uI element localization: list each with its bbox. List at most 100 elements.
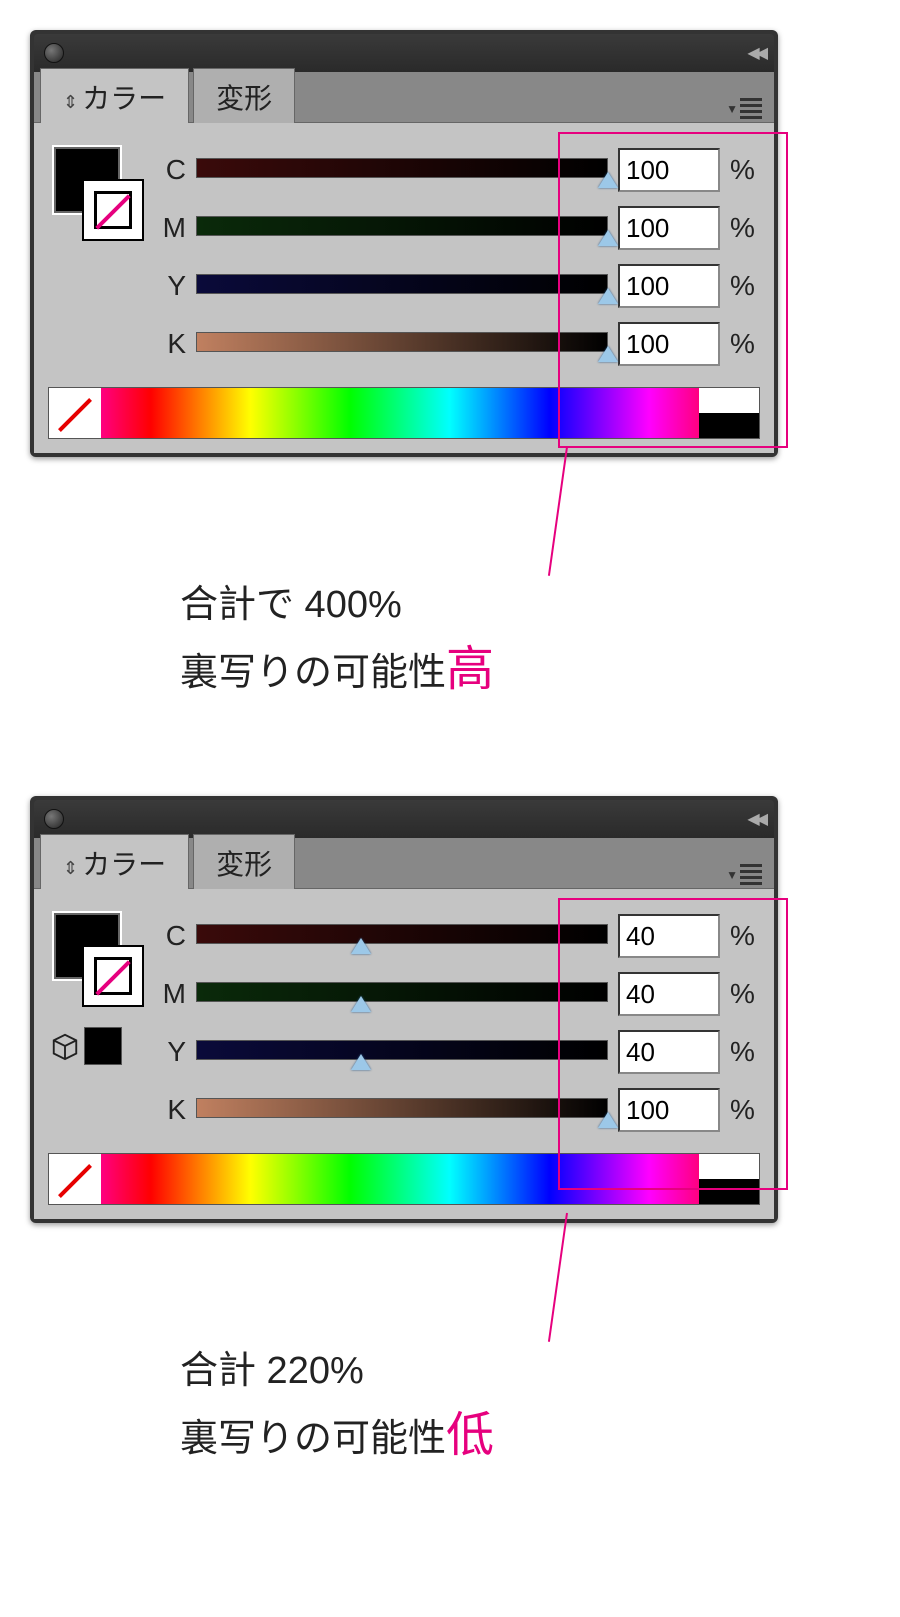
panel-body: C%M%Y%K%	[34, 889, 774, 1219]
channel-row-k: K%	[158, 315, 760, 373]
color-panel-2: ◀◀ ⇕カラー 変形 ▼ C%M%Y%K%	[30, 796, 778, 1223]
channel-slider[interactable]	[196, 1098, 608, 1122]
slider-handle-icon[interactable]	[598, 288, 618, 304]
caption-1: 合計で 400% 裏写りの可能性高	[180, 577, 870, 706]
slider-handle-icon[interactable]	[598, 346, 618, 362]
panel-titlebar[interactable]: ◀◀	[34, 800, 774, 838]
channel-label: M	[158, 978, 186, 1010]
cmyk-channels: C%M%Y%K%	[158, 907, 760, 1139]
tab-color[interactable]: ⇕カラー	[40, 834, 189, 889]
channel-label: Y	[158, 1036, 186, 1068]
white-black-swatch[interactable]	[699, 388, 759, 438]
percent-label: %	[730, 920, 760, 952]
tab-label: カラー	[82, 849, 166, 880]
cmyk-channels: C%M%Y%K%	[158, 141, 760, 373]
panel-body: C%M%Y%K%	[34, 123, 774, 453]
channel-row-m: M%	[158, 199, 760, 257]
slider-handle-icon[interactable]	[351, 996, 371, 1012]
channel-value-input[interactable]	[618, 148, 720, 192]
channel-row-y: Y%	[158, 1023, 760, 1081]
channel-slider[interactable]	[196, 924, 608, 948]
percent-label: %	[730, 978, 760, 1010]
tab-label: カラー	[82, 83, 166, 114]
white-black-swatch[interactable]	[699, 1154, 759, 1204]
spectrum-gradient[interactable]	[101, 388, 699, 438]
tab-label: 変形	[216, 83, 272, 114]
panel-flyout-menu[interactable]: ▼	[726, 861, 762, 888]
stroke-swatch[interactable]	[82, 945, 144, 1007]
caption-line2-prefix: 裏写りの可能性	[180, 1418, 446, 1460]
no-color-swatch[interactable]	[49, 1154, 101, 1204]
caption-accent: 高	[446, 643, 494, 696]
tab-color[interactable]: ⇕カラー	[40, 68, 189, 123]
slider-handle-icon[interactable]	[598, 1112, 618, 1128]
channel-slider[interactable]	[196, 1040, 608, 1064]
caption-line1: 合計 220%	[180, 1343, 870, 1400]
percent-label: %	[730, 212, 760, 244]
channel-value-input[interactable]	[618, 206, 720, 250]
tab-transform[interactable]: 変形	[193, 834, 295, 889]
channel-row-y: Y%	[158, 257, 760, 315]
channel-value-input[interactable]	[618, 1030, 720, 1074]
channel-value-input[interactable]	[618, 972, 720, 1016]
channel-slider[interactable]	[196, 274, 608, 298]
tab-transform[interactable]: 変形	[193, 68, 295, 123]
triangle-down-icon: ▼	[726, 102, 738, 116]
percent-label: %	[730, 154, 760, 186]
tab-bar: ⇕カラー 変形 ▼	[34, 72, 774, 123]
slider-handle-icon[interactable]	[598, 230, 618, 246]
color-panel-1: ◀◀ ⇕カラー 変形 ▼ C%M%Y%K%	[30, 30, 778, 457]
leader-line-wrap	[30, 457, 870, 577]
caption-2: 合計 220% 裏写りの可能性低	[180, 1343, 870, 1472]
percent-label: %	[730, 328, 760, 360]
close-dot-icon[interactable]	[44, 43, 64, 63]
channel-row-k: K%	[158, 1081, 760, 1139]
updown-icon: ⇕	[63, 92, 78, 112]
3d-cube-icon[interactable]	[50, 1031, 80, 1061]
collapse-icon[interactable]: ◀◀	[747, 809, 764, 829]
channel-label: K	[158, 1094, 186, 1126]
fill-stroke-swatches[interactable]	[48, 141, 158, 341]
channel-label: M	[158, 212, 186, 244]
channel-row-c: C%	[158, 141, 760, 199]
triangle-down-icon: ▼	[726, 868, 738, 882]
channel-row-c: C%	[158, 907, 760, 965]
channel-slider[interactable]	[196, 158, 608, 182]
tab-label: 変形	[216, 849, 272, 880]
color-spectrum[interactable]	[48, 1153, 760, 1205]
spectrum-gradient[interactable]	[101, 1154, 699, 1204]
percent-label: %	[730, 1036, 760, 1068]
leader-line	[548, 447, 568, 576]
caption-accent: 低	[446, 1409, 494, 1462]
channel-value-input[interactable]	[618, 264, 720, 308]
percent-label: %	[730, 270, 760, 302]
slider-handle-icon[interactable]	[598, 172, 618, 188]
close-dot-icon[interactable]	[44, 809, 64, 829]
channel-label: C	[158, 920, 186, 952]
panel-titlebar[interactable]: ◀◀	[34, 34, 774, 72]
panel-flyout-menu[interactable]: ▼	[726, 95, 762, 122]
color-chip[interactable]	[84, 1027, 122, 1065]
fill-stroke-swatches[interactable]	[48, 907, 158, 1107]
no-color-swatch[interactable]	[49, 388, 101, 438]
stroke-swatch[interactable]	[82, 179, 144, 241]
collapse-icon[interactable]: ◀◀	[747, 43, 764, 63]
channel-slider[interactable]	[196, 216, 608, 240]
channel-label: C	[158, 154, 186, 186]
menu-lines-icon	[740, 861, 762, 888]
updown-icon: ⇕	[63, 858, 78, 878]
channel-value-input[interactable]	[618, 1088, 720, 1132]
channel-slider[interactable]	[196, 982, 608, 1006]
leader-line	[548, 1213, 568, 1342]
tab-bar: ⇕カラー 変形 ▼	[34, 838, 774, 889]
menu-lines-icon	[740, 95, 762, 122]
caption-line1: 合計で 400%	[180, 577, 870, 634]
slider-handle-icon[interactable]	[351, 1054, 371, 1070]
channel-value-input[interactable]	[618, 914, 720, 958]
channel-value-input[interactable]	[618, 322, 720, 366]
leader-line-wrap	[30, 1223, 870, 1343]
channel-slider[interactable]	[196, 332, 608, 356]
slider-handle-icon[interactable]	[351, 938, 371, 954]
channel-label: K	[158, 328, 186, 360]
color-spectrum[interactable]	[48, 387, 760, 439]
